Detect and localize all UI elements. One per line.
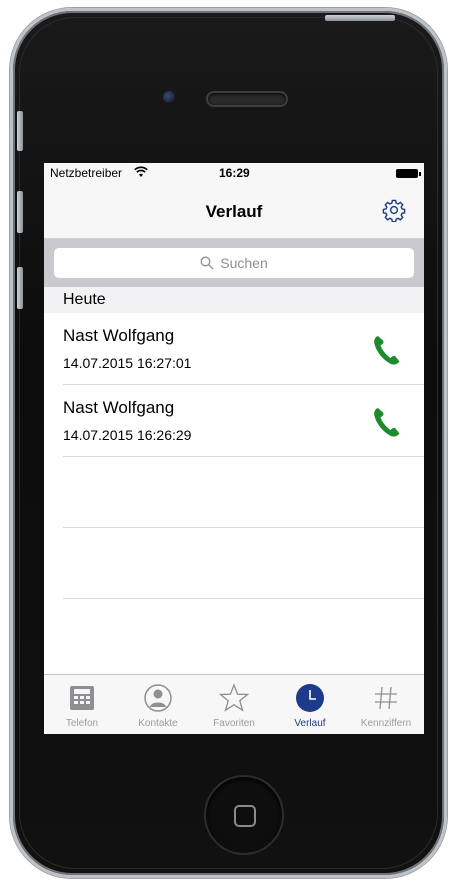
carrier-name: Netzbetreiber bbox=[50, 166, 123, 180]
battery-icon bbox=[396, 169, 421, 178]
volume-up-button bbox=[17, 191, 23, 233]
page-title: Verlauf bbox=[205, 202, 263, 221]
search-icon bbox=[200, 256, 214, 270]
star-icon bbox=[219, 683, 249, 712]
phone-icon[interactable] bbox=[372, 406, 402, 438]
home-button[interactable] bbox=[204, 775, 284, 855]
tab-favoriten[interactable]: Favoriten bbox=[196, 675, 272, 734]
empty-row bbox=[63, 457, 424, 528]
gear-icon[interactable] bbox=[382, 198, 406, 222]
tab-label: Favoriten bbox=[213, 718, 255, 729]
hash-icon bbox=[375, 686, 397, 710]
tab-bar: Telefon Kontakte Favoriten Verlauf Kennz… bbox=[44, 674, 424, 734]
tab-kennziffern[interactable]: Kennziffern bbox=[348, 675, 424, 734]
search-bar: Suchen bbox=[44, 239, 424, 287]
clock-icon bbox=[296, 684, 324, 712]
home-square-icon bbox=[234, 805, 256, 827]
section-header: Heute bbox=[44, 287, 424, 313]
screen: Netzbetreiber 16:29 Verlauf Suchen Heute bbox=[44, 163, 424, 734]
mute-switch bbox=[17, 111, 23, 151]
phone-icon[interactable] bbox=[372, 334, 402, 366]
tab-verlauf[interactable]: Verlauf bbox=[272, 675, 348, 734]
navigation-bar: Verlauf bbox=[44, 183, 424, 239]
contact-name: Nast Wolfgang bbox=[63, 326, 175, 345]
wifi-icon bbox=[134, 166, 148, 177]
contact-icon bbox=[144, 684, 172, 712]
call-timestamp: 14.07.2015 16:27:01 bbox=[63, 355, 192, 371]
earpiece-speaker bbox=[206, 91, 288, 107]
search-input[interactable]: Suchen bbox=[54, 248, 414, 278]
status-bar: Netzbetreiber 16:29 bbox=[44, 163, 424, 183]
call-row[interactable]: Nast Wolfgang 14.07.2015 16:27:01 bbox=[63, 313, 424, 385]
keypad-icon bbox=[70, 686, 94, 710]
volume-down-button bbox=[17, 267, 23, 309]
tab-label: Kennziffern bbox=[360, 718, 412, 729]
tab-label: Telefon bbox=[65, 718, 99, 729]
power-button bbox=[325, 15, 395, 21]
call-history-list: Nast Wolfgang 14.07.2015 16:27:01 Nast W… bbox=[44, 313, 424, 599]
tab-label: Verlauf bbox=[294, 718, 326, 729]
search-placeholder: Suchen bbox=[220, 255, 268, 271]
call-timestamp: 14.07.2015 16:26:29 bbox=[63, 427, 192, 443]
tab-telefon[interactable]: Telefon bbox=[44, 675, 120, 734]
call-row[interactable]: Nast Wolfgang 14.07.2015 16:26:29 bbox=[63, 385, 424, 457]
tab-kontakte[interactable]: Kontakte bbox=[120, 675, 196, 734]
tab-label: Kontakte bbox=[138, 718, 178, 729]
empty-row bbox=[63, 528, 424, 599]
status-time: 16:29 bbox=[219, 166, 250, 180]
contact-name: Nast Wolfgang bbox=[63, 398, 175, 417]
front-camera bbox=[163, 91, 175, 103]
